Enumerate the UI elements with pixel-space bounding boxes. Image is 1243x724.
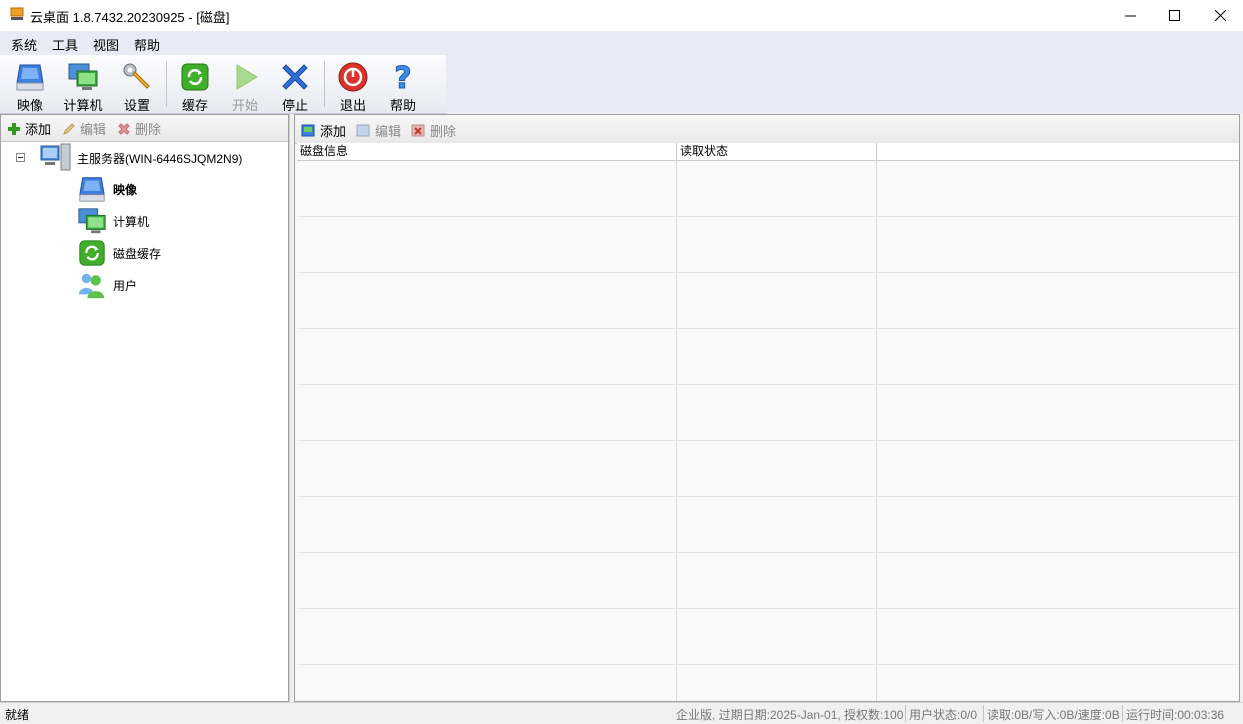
users-icon	[78, 273, 105, 299]
column-read-status[interactable]: 读取状态	[677, 143, 877, 160]
toolbar-exit-button[interactable]: 退出	[328, 57, 378, 113]
tree-collapse-toggle[interactable]	[16, 153, 25, 162]
close-icon	[1214, 10, 1226, 21]
empty-row	[297, 553, 1239, 609]
title-bar: 云桌面 1.8.7432.20230925 - [磁盘]	[0, 0, 1243, 32]
disk-grid[interactable]: 磁盘信息 读取状态	[297, 143, 1239, 701]
stop-x-icon	[282, 64, 308, 90]
empty-row	[297, 385, 1239, 441]
toolbar-help-button[interactable]: ? 帮助	[378, 57, 428, 113]
help-question-icon: ?	[394, 61, 412, 93]
toolbar-cache-button[interactable]: 缓存	[170, 57, 220, 113]
minimize-icon	[1124, 15, 1136, 17]
server-computer-icon	[40, 143, 71, 171]
toolbar-image-button[interactable]: 映像	[5, 57, 55, 113]
menu-view[interactable]: 视图	[93, 35, 119, 54]
tree-item-computer[interactable]: 计算机	[77, 206, 149, 236]
status-separator	[1122, 705, 1123, 722]
empty-row	[297, 161, 1239, 217]
cache-refresh-icon	[181, 63, 209, 91]
computer-icon	[78, 208, 106, 234]
column-empty[interactable]	[877, 143, 1239, 160]
menu-tools[interactable]: 工具	[52, 35, 78, 54]
computer-icon	[68, 63, 98, 90]
image-disk-icon	[16, 64, 44, 91]
empty-row	[297, 217, 1239, 273]
power-icon	[338, 62, 368, 92]
menu-help[interactable]: 帮助	[134, 35, 160, 54]
disk-add-button[interactable]: 添加	[301, 121, 346, 140]
disk-edit-button[interactable]: 编辑	[356, 121, 401, 140]
status-io: 读取:0B/写入:0B/速度:0B	[987, 708, 1120, 722]
tree-toolbar: 添加 编辑 删除	[1, 115, 288, 142]
toolbar-separator	[166, 61, 167, 107]
plus-icon	[8, 122, 20, 135]
edit-image-icon	[356, 124, 370, 137]
toolbar-start-button[interactable]: 开始	[220, 57, 270, 113]
disk-delete-button[interactable]: 删除	[411, 121, 456, 140]
empty-row	[297, 497, 1239, 553]
status-ready: 就绪	[5, 708, 30, 722]
toolbar-computer-button[interactable]: 计算机	[58, 57, 108, 113]
empty-row	[297, 329, 1239, 385]
toolbar-stop-button[interactable]: 停止	[270, 57, 320, 113]
empty-row	[297, 665, 1239, 701]
cache-refresh-icon	[79, 240, 105, 266]
tree-pane: 添加 编辑 删除 主服务器(WIN-6446SJQM2N9) 映像 计算机 磁盘…	[0, 114, 289, 702]
add-image-icon	[301, 124, 315, 137]
tree-root-server[interactable]: 主服务器(WIN-6446SJQM2N9)	[39, 142, 242, 174]
pencil-icon	[63, 122, 75, 135]
tree-item-disk-cache[interactable]: 磁盘缓存	[77, 238, 161, 268]
close-button[interactable]	[1197, 0, 1243, 31]
disk-toolbar: 添加 编辑 删除	[295, 115, 1239, 144]
image-disk-icon	[79, 177, 105, 202]
status-bar: 就绪 企业版, 过期日期:2025-Jan-01, 授权数:100 用户状态:0…	[0, 702, 1243, 724]
maximize-button[interactable]	[1151, 0, 1197, 31]
minimize-button[interactable]	[1107, 0, 1153, 31]
svg-text:?: ?	[394, 61, 411, 93]
tree-item-image[interactable]: 映像	[77, 174, 137, 204]
empty-row	[297, 273, 1239, 329]
empty-row	[297, 441, 1239, 497]
column-disk-info[interactable]: 磁盘信息	[297, 143, 677, 160]
menu-system[interactable]: 系统	[11, 35, 37, 54]
tree-edit-button[interactable]: 编辑	[62, 119, 106, 138]
toolbar-separator	[324, 61, 325, 107]
window-title: 云桌面 1.8.7432.20230925 - [磁盘]	[30, 10, 230, 25]
tree-item-users[interactable]: 用户	[77, 270, 137, 300]
menu-bar: 系统 工具 视图 帮助	[0, 31, 1243, 55]
status-uptime: 运行时间:00:03:36	[1126, 708, 1225, 722]
status-license: 企业版, 过期日期:2025-Jan-01, 授权数:100	[676, 708, 904, 722]
grid-header: 磁盘信息 读取状态	[297, 143, 1239, 161]
wrench-icon	[123, 63, 150, 89]
disk-pane: 添加 编辑 删除 磁盘信息 读取状态	[294, 114, 1240, 702]
status-user-state: 用户状态:0/0	[909, 708, 978, 722]
status-separator	[983, 705, 984, 722]
status-separator	[905, 705, 906, 722]
tree-add-button[interactable]: 添加	[7, 119, 51, 138]
maximize-icon	[1168, 10, 1180, 21]
delete-x-icon	[118, 122, 130, 135]
empty-row	[297, 609, 1239, 665]
play-icon	[236, 64, 258, 90]
toolbar-settings-button[interactable]: 设置	[112, 57, 162, 113]
delete-image-icon	[411, 124, 425, 137]
app-logo-icon	[10, 7, 24, 20]
main-toolbar: 映像 计算机 设置 缓存 开始 停止 退出 ? 帮助	[0, 55, 447, 114]
tree-delete-button[interactable]: 删除	[117, 119, 161, 138]
toolbar-empty-area	[446, 55, 1243, 113]
